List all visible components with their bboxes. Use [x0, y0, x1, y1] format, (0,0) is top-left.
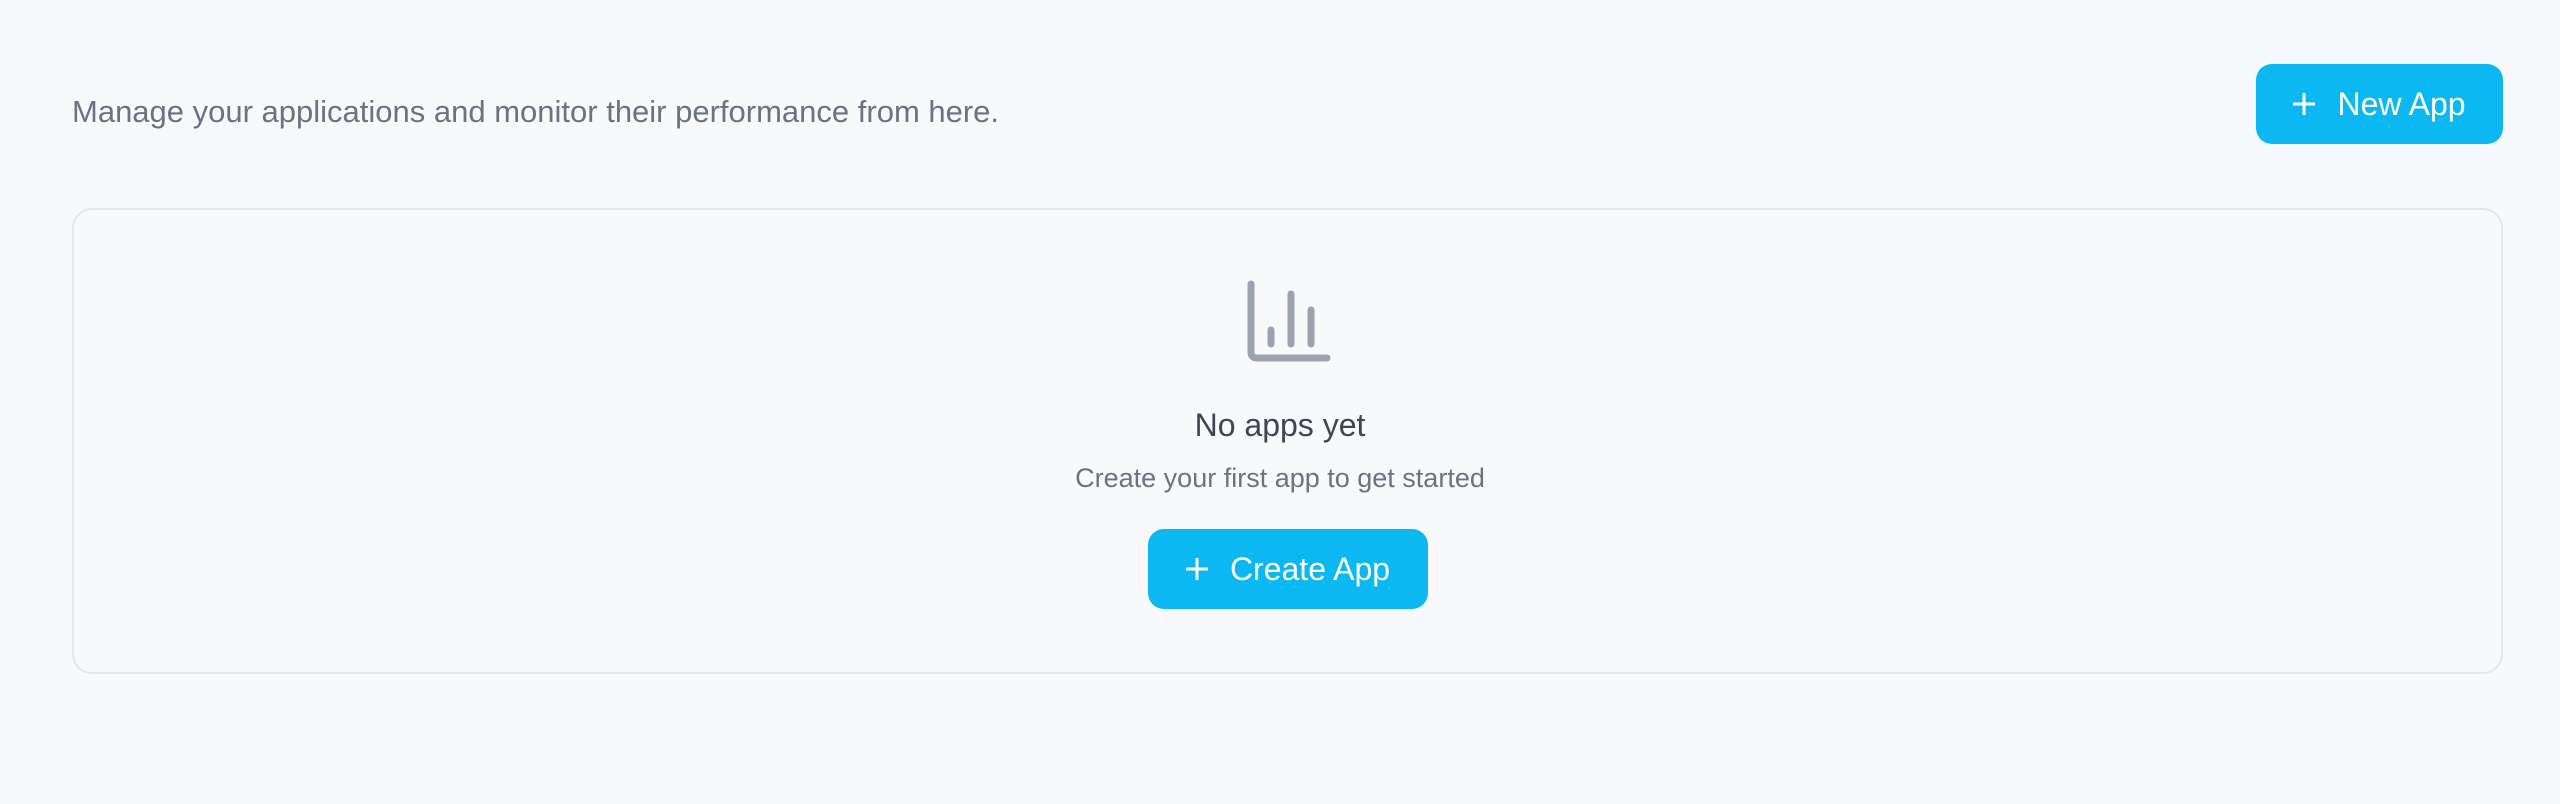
new-app-button[interactable]: New App — [2256, 64, 2503, 144]
empty-state-subtitle: Create your first app to get started — [1075, 463, 1485, 493]
apps-page: Manage your applications and monitor the… — [0, 0, 2560, 804]
plus-icon — [1185, 558, 1208, 580]
empty-state-title: No apps yet — [1194, 407, 1366, 443]
create-app-label: Create App — [1229, 551, 1391, 587]
plus-icon — [2293, 93, 2316, 115]
page-description: Manage your applications and monitor the… — [72, 94, 1000, 129]
new-app-label: New App — [2337, 86, 2466, 122]
bar-chart-icon — [1247, 280, 1331, 362]
create-app-button[interactable]: Create App — [1148, 529, 1428, 609]
